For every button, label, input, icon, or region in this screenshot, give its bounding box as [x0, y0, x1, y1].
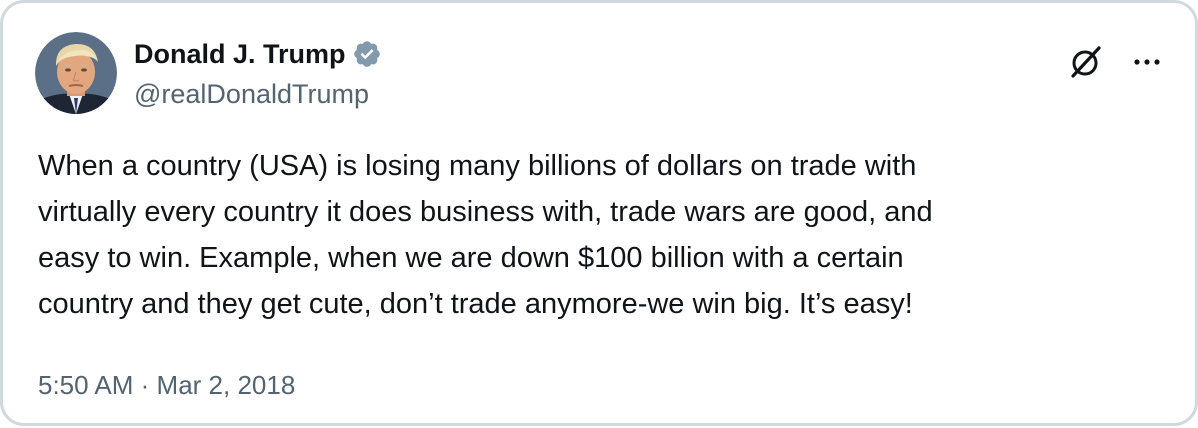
author-name-row[interactable]: Donald J. Trump [134, 36, 382, 72]
tweet-text-line: easy to win. Example, when we are down $… [38, 242, 904, 274]
tweet-text-line: When a country (USA) is losing many bill… [38, 150, 917, 182]
tweet-timestamp[interactable]: 5:50 AM · Mar 2, 2018 [38, 367, 295, 403]
avatar[interactable] [35, 32, 117, 114]
tweet-text-line: country and they get cute, don’t trade a… [38, 288, 913, 320]
timestamp-separator: · [140, 370, 150, 400]
author-handle[interactable]: @realDonaldTrump [134, 76, 369, 112]
tweet-date: Mar 2, 2018 [156, 370, 296, 400]
author-display-name[interactable]: Donald J. Trump [134, 36, 346, 72]
tweet-text: When a country (USA) is losing many bill… [38, 143, 1178, 327]
avatar-image [35, 32, 117, 114]
tweet-card: Donald J. Trump @realDonaldTrump When a … [0, 0, 1198, 426]
more-icon[interactable] [1123, 47, 1171, 77]
grok-icon[interactable] [1067, 43, 1105, 81]
tweet-time: 5:50 AM [38, 370, 134, 400]
verified-badge-icon [352, 39, 382, 69]
tweet-text-line: virtually every country it does business… [38, 196, 933, 228]
